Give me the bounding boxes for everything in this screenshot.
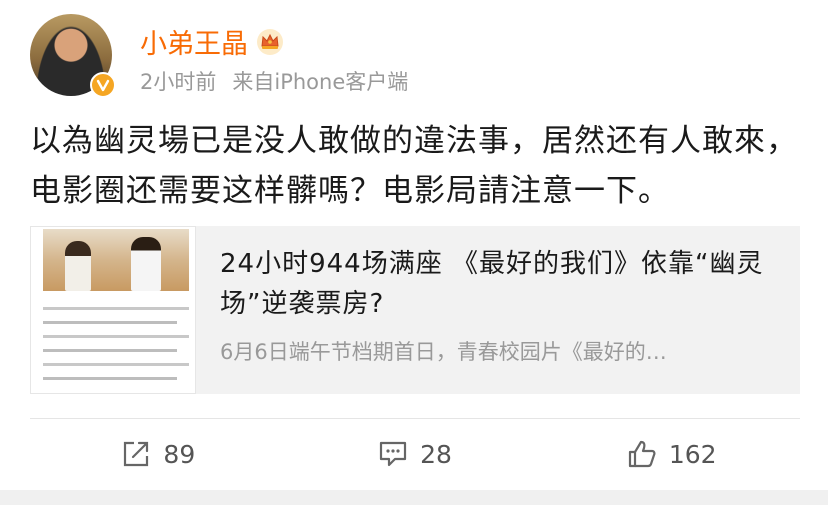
crown-icon[interactable] — [256, 28, 284, 56]
post-content: 以為幽灵場已是没人敢做的違法事，居然还有人敢來，电影圈还需要这样髒嗎？电影局請注… — [30, 123, 798, 209]
like-icon — [628, 440, 656, 468]
username[interactable]: 小弟王晶 — [140, 22, 248, 61]
repost-count: 89 — [163, 439, 196, 469]
divider — [30, 418, 800, 419]
verified-icon — [90, 72, 116, 98]
comment-count: 28 — [420, 439, 452, 469]
avatar-container[interactable] — [30, 14, 116, 98]
post-time: 2小时前 — [140, 70, 217, 94]
link-card[interactable]: 24小时944场满座 《最好的我们》依靠“幽灵场”逆袭票房? 6月6日端午节档期… — [30, 226, 800, 394]
card-title: 24小时944场满座 《最好的我们》依靠“幽灵场”逆袭票房? — [220, 249, 764, 319]
post-source: 来自iPhone客户端 — [232, 70, 409, 94]
action-bar: 89 28 162 — [30, 426, 800, 482]
card-description: 6月6日端午节档期首日，青春校园片《最好的… — [220, 340, 667, 364]
thumbnail-text-lines — [43, 307, 189, 391]
repost-icon — [124, 441, 149, 467]
footer-separator — [0, 490, 828, 505]
weibo-post: 小弟王晶 2小时前 来自iPhone客户端 以為幽灵場已是没人敢做的違法事，居然… — [0, 0, 828, 505]
like-button[interactable]: 162 — [543, 426, 800, 482]
username-row: 小弟王晶 — [140, 22, 284, 61]
card-thumbnail — [30, 226, 196, 394]
thumbnail-photo — [43, 229, 189, 291]
card-text: 24小时944场满座 《最好的我们》依靠“幽灵场”逆袭票房? 6月6日端午节档期… — [196, 226, 800, 394]
comment-icon — [379, 441, 407, 467]
like-count: 162 — [668, 439, 717, 469]
post-meta: 2小时前 来自iPhone客户端 — [140, 66, 408, 96]
repost-button[interactable]: 89 — [30, 426, 287, 482]
comment-button[interactable]: 28 — [287, 426, 544, 482]
